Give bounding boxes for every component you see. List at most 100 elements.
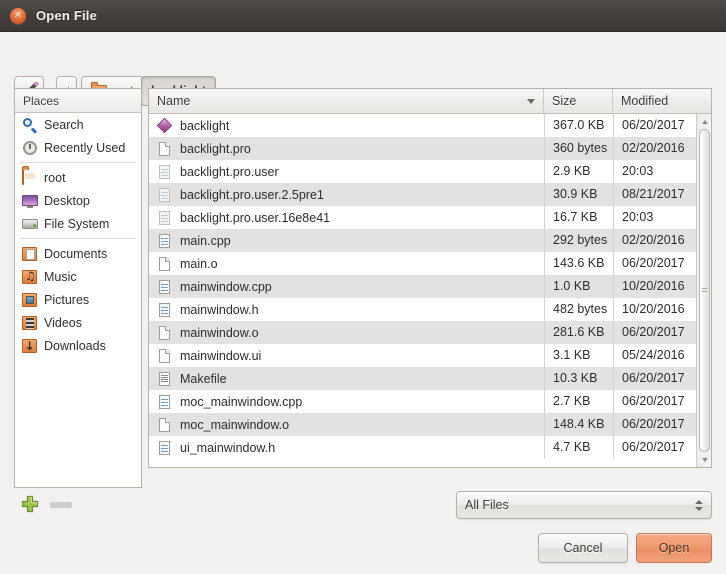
file-name-cell: backlight.pro.user.2.5pre1 xyxy=(149,187,544,203)
file-list: Name Size Modified backlight 367.0 KB 06… xyxy=(148,88,712,468)
spinner-arrows-icon xyxy=(695,499,703,511)
sidebar-item-downloads[interactable]: Downloads xyxy=(15,334,141,357)
blank-file-icon xyxy=(157,256,173,272)
table-row[interactable]: backlight.pro.user.16e8e41 16.7 KB 20:03 xyxy=(149,206,711,229)
table-row[interactable]: backlight.pro.user 2.9 KB 20:03 xyxy=(149,160,711,183)
sidebar-item-label: Search xyxy=(44,117,84,132)
open-button-label: Open xyxy=(658,541,690,555)
code-file-icon xyxy=(157,394,173,410)
plus-icon[interactable] xyxy=(21,495,39,513)
file-size-cell: 281.6 KB xyxy=(544,321,613,344)
cancel-button[interactable]: Cancel xyxy=(538,533,628,563)
user-file-icon xyxy=(157,187,173,203)
file-size-cell: 4.7 KB xyxy=(544,436,613,459)
file-filter-selected-label: All Files xyxy=(465,498,509,512)
sidebar-item-label: Pictures xyxy=(44,292,90,307)
column-header-size[interactable]: Size xyxy=(544,89,613,113)
file-name-cell: mainwindow.ui xyxy=(149,348,544,364)
column-header-modified[interactable]: Modified xyxy=(613,89,711,113)
code-file-icon xyxy=(157,302,173,318)
table-row[interactable]: moc_mainwindow.cpp 2.7 KB 06/20/2017 xyxy=(149,390,711,413)
minus-icon xyxy=(50,502,72,508)
file-size-cell: 482 bytes xyxy=(544,298,613,321)
open-button[interactable]: Open xyxy=(636,533,712,563)
file-size-cell: 1.0 KB xyxy=(544,275,613,298)
file-size-cell: 148.4 KB xyxy=(544,413,613,436)
table-row[interactable]: backlight 367.0 KB 06/20/2017 xyxy=(149,114,711,137)
table-row[interactable]: mainwindow.o 281.6 KB 06/20/2017 xyxy=(149,321,711,344)
column-header-label: Modified xyxy=(621,94,669,108)
pictures-folder-icon xyxy=(22,292,38,308)
sidebar-item-label: Documents xyxy=(44,246,108,261)
table-row[interactable]: Makefile 10.3 KB 06/20/2017 xyxy=(149,367,711,390)
file-size-cell: 292 bytes xyxy=(544,229,613,252)
search-icon xyxy=(22,117,38,133)
file-name-cell: main.o xyxy=(149,256,544,272)
blank-file-icon xyxy=(157,417,173,433)
drive-icon xyxy=(22,216,38,232)
file-name-cell: Makefile xyxy=(149,371,544,387)
scroll-down-icon[interactable] xyxy=(698,453,711,466)
sidebar-item-search[interactable]: Search xyxy=(15,113,141,136)
file-name-cell: main.cpp xyxy=(149,233,544,249)
table-row[interactable]: main.o 143.6 KB 06/20/2017 xyxy=(149,252,711,275)
file-filter-dropdown[interactable]: All Files xyxy=(456,491,712,519)
sidebar-item-file-system[interactable]: File System xyxy=(15,212,141,235)
recent-icon xyxy=(22,140,38,156)
blank-file-icon xyxy=(157,141,173,157)
sidebar-item-recently-used[interactable]: Recently Used xyxy=(15,136,141,159)
videos-folder-icon xyxy=(22,315,38,331)
sidebar-item-label: Recently Used xyxy=(44,140,126,155)
table-row[interactable]: ui_mainwindow.h 4.7 KB 06/20/2017 xyxy=(149,436,711,459)
file-name-cell: mainwindow.cpp xyxy=(149,279,544,295)
sidebar-item-label: Music xyxy=(44,269,77,284)
sidebar-item-root[interactable]: root xyxy=(15,166,141,189)
file-size-cell: 2.7 KB xyxy=(544,390,613,413)
file-name-cell: backlight.pro xyxy=(149,141,544,157)
makefile-icon xyxy=(157,371,173,387)
grip-icon xyxy=(702,287,707,294)
code-file-icon xyxy=(157,279,173,295)
sidebar-item-desktop[interactable]: Desktop xyxy=(15,189,141,212)
path-toolbar: root backlight xyxy=(0,32,726,106)
sidebar-item-music[interactable]: Music xyxy=(15,265,141,288)
sidebar-item-label: File System xyxy=(44,216,110,231)
table-row[interactable]: mainwindow.ui 3.1 KB 05/24/2016 xyxy=(149,344,711,367)
scroll-up-icon[interactable] xyxy=(698,115,711,128)
sidebar-item-documents[interactable]: Documents xyxy=(15,242,141,265)
table-row[interactable]: mainwindow.cpp 1.0 KB 10/20/2016 xyxy=(149,275,711,298)
scrollbar-thumb[interactable] xyxy=(699,129,710,452)
file-size-cell: 16.7 KB xyxy=(544,206,613,229)
file-name-cell: backlight xyxy=(149,118,544,134)
column-header-name[interactable]: Name xyxy=(149,89,544,113)
file-list-body: backlight 367.0 KB 06/20/2017 backlight.… xyxy=(149,114,711,467)
table-row[interactable]: backlight.pro 360 bytes 02/20/2016 xyxy=(149,137,711,160)
user-file-icon xyxy=(157,164,173,180)
sidebar-item-label: Downloads xyxy=(44,338,106,353)
blank-file-icon xyxy=(157,348,173,364)
close-icon[interactable]: ✕ xyxy=(10,8,26,24)
table-row[interactable]: main.cpp 292 bytes 02/20/2016 xyxy=(149,229,711,252)
file-size-cell: 2.9 KB xyxy=(544,160,613,183)
column-header-label: Name xyxy=(157,94,191,108)
table-row[interactable]: mainwindow.h 482 bytes 10/20/2016 xyxy=(149,298,711,321)
file-name-cell: backlight.pro.user.16e8e41 xyxy=(149,210,544,226)
sidebar-item-videos[interactable]: Videos xyxy=(15,311,141,334)
executable-file-icon xyxy=(157,118,173,134)
documents-folder-icon xyxy=(22,246,38,262)
file-size-cell: 30.9 KB xyxy=(544,183,613,206)
user-file-icon xyxy=(157,210,173,226)
table-row[interactable]: moc_mainwindow.o 148.4 KB 06/20/2017 xyxy=(149,413,711,436)
file-name-cell: ui_mainwindow.h xyxy=(149,440,544,456)
vertical-scrollbar[interactable] xyxy=(696,114,711,467)
table-row[interactable]: backlight.pro.user.2.5pre1 30.9 KB 08/21… xyxy=(149,183,711,206)
sidebar-divider xyxy=(20,238,136,239)
sidebar-item-pictures[interactable]: Pictures xyxy=(15,288,141,311)
sort-descending-icon xyxy=(527,98,535,104)
blank-file-icon xyxy=(157,325,173,341)
sidebar-divider xyxy=(20,162,136,163)
titlebar: ✕ Open File xyxy=(0,0,726,32)
column-header-label: Size xyxy=(552,94,577,108)
file-size-cell: 360 bytes xyxy=(544,137,613,160)
code-file-icon xyxy=(157,233,173,249)
